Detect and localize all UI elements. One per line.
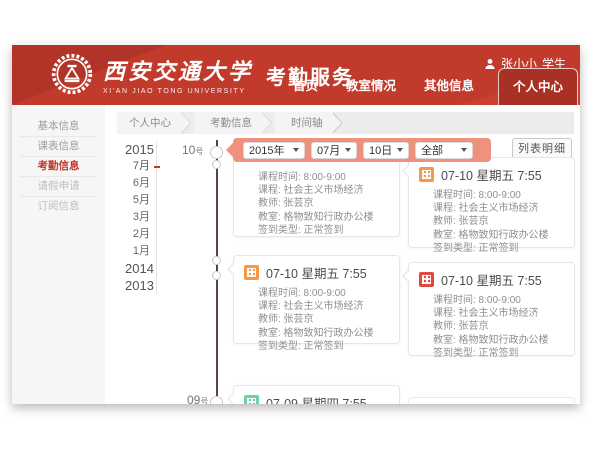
day-marker-09: 09号 <box>187 393 208 404</box>
card-detail-row: 课程时间: 8:00-9:00 <box>258 287 391 300</box>
year-filter-value: 2015年 <box>249 142 284 158</box>
attendance-app-window: 西安交通大学 XI'AN JIAO TONG UNIVERSITY 考勤服务 张… <box>12 45 580 404</box>
nav-item-home[interactable]: 首页 <box>279 75 332 105</box>
card-detail-row: 教室: 格物致知行政办公楼 <box>433 229 566 242</box>
card-header: 07-10 星期五 7:55 <box>409 158 574 187</box>
card-title: 07-10 星期五 7:55 <box>441 165 542 184</box>
timeline-nav-item-2013[interactable]: 2013 <box>125 277 150 294</box>
breadcrumb-item-personal-center[interactable]: 个人中心 <box>117 112 181 134</box>
card-title: 07-10 星期五 7:55 <box>266 263 367 282</box>
timeline-node <box>210 146 223 159</box>
timeline-node <box>212 271 221 280</box>
sidebar-item-leave-request[interactable]: 请假申请 <box>19 177 98 197</box>
status-green-icon <box>244 395 259 404</box>
card-detail-row: 教室: 格物致知行政办公楼 <box>258 211 391 224</box>
timeline-node <box>212 160 221 169</box>
status-red-icon <box>419 272 434 287</box>
timeline-nav-item-7月[interactable]: 7月 <box>125 158 150 175</box>
card-detail-row: 课程时间: 8:00-9:00 <box>433 189 566 202</box>
main-nav: 首页教室情况其他信息个人中心 <box>279 68 578 105</box>
attendance-card: 07-10 星期五 7:55 课程时间: 8:00-9:00课程: 社会主义市场经… <box>408 262 575 356</box>
timeline-node <box>210 396 223 404</box>
caret-down-icon <box>345 148 351 152</box>
card-detail-row: 教师: 张芸京 <box>433 215 566 228</box>
card-detail-row: 教室: 格物致知行政办公楼 <box>433 334 566 347</box>
university-gear-logo-icon <box>50 52 94 96</box>
card-detail-row: 教室: 格物致知行政办公楼 <box>258 327 391 340</box>
nav-item-personal-center[interactable]: 个人中心 <box>498 68 578 105</box>
caret-down-icon <box>397 148 403 152</box>
card-title: 07-10 星期五 7:55 <box>441 270 542 289</box>
sidebar-item-basic-info[interactable]: 基本信息 <box>19 117 98 137</box>
caret-down-icon <box>293 148 299 152</box>
nav-item-other-info[interactable]: 其他信息 <box>410 75 488 105</box>
card-detail-row: 课程: 社会主义市场经济 <box>258 300 391 313</box>
timeline-nav-item-1月[interactable]: 1月 <box>125 243 150 260</box>
card-detail-row: 课程: 社会主义市场经济 <box>433 202 566 215</box>
month-filter-value: 07月 <box>317 142 340 158</box>
card-title: 07-09 星期四 7:55 <box>266 393 367 404</box>
timeline-node <box>212 256 221 265</box>
card-detail-row: 课程: 社会主义市场经济 <box>433 307 566 320</box>
breadcrumb: 个人中心考勤信息时间轴 <box>117 112 574 134</box>
filter-bar: 2015年 07月 10日 全部 <box>233 138 491 162</box>
page: 西安交通大学 XI'AN JIAO TONG UNIVERSITY 考勤服务 张… <box>0 0 600 450</box>
day-filter-dropdown[interactable]: 10日 <box>363 142 409 159</box>
breadcrumb-item-timeline[interactable]: 时间轴 <box>275 112 333 134</box>
timeline-nav-item-2015[interactable]: 2015 <box>125 141 150 158</box>
card-details: 课程时间: 8:00-9:00课程: 社会主义市场经济教师: 张芸京教室: 格物… <box>409 292 574 366</box>
card-header: 07-10 星期五 7:55 <box>409 263 574 292</box>
card-detail-row: 教师: 张芸京 <box>258 313 391 326</box>
card-detail-row: 签到类型: 正常签到 <box>258 224 391 237</box>
app-header: 西安交通大学 XI'AN JIAO TONG UNIVERSITY 考勤服务 张… <box>12 45 580 105</box>
main-content: 个人中心考勤信息时间轴 20157月6月5月3月2月1月20142013 201… <box>105 105 580 404</box>
attendance-card: 07-09 星期四 7:55 <box>233 385 400 404</box>
sidebar-item-attendance-info[interactable]: 考勤信息 <box>19 157 98 177</box>
card-header: 07-10 星期五 7:55 <box>234 256 399 285</box>
timeline-nav-item-3月[interactable]: 3月 <box>125 209 150 226</box>
timeline-nav-item-2014[interactable]: 2014 <box>125 260 150 277</box>
caret-down-icon <box>461 148 467 152</box>
sidebar-item-course-schedule[interactable]: 课表信息 <box>19 137 98 157</box>
card-details: 课程时间: 8:00-9:00课程: 社会主义市场经济教师: 张芸京教室: 格物… <box>234 285 399 359</box>
sidebar: 基本信息课表信息考勤信息请假申请订阅信息 <box>12 105 105 404</box>
status-orange-icon <box>244 265 259 280</box>
day-filter-value: 10日 <box>369 142 392 158</box>
card-header: 07-09 星期四 7:55 <box>234 386 399 404</box>
sidebar-item-subscription-info[interactable]: 订阅信息 <box>19 197 98 217</box>
card-detail-row: 签到类型: 正常签到 <box>433 347 566 360</box>
university-name-en: XI'AN JIAO TONG UNIVERSITY <box>103 88 253 95</box>
card-detail-row: 签到类型: 正常签到 <box>433 242 566 255</box>
breadcrumb-item-attendance-info[interactable]: 考勤信息 <box>194 112 262 134</box>
timeline-nav: 20157月6月5月3月2月1月20142013 <box>125 141 157 294</box>
attendance-card: 07-10 星期五 7:55 课程时间: 8:00-9:00课程: 社会主义市场经… <box>408 157 575 248</box>
year-filter-dropdown[interactable]: 2015年 <box>243 142 305 159</box>
card-details: 课程时间: 8:00-9:00课程: 社会主义市场经济教师: 张芸京教室: 格物… <box>409 187 574 261</box>
card-detail-row: 教师: 张芸京 <box>433 320 566 333</box>
university-name: 西安交通大学 <box>103 54 253 86</box>
card-detail-row: 课程时间: 8:00-9:00 <box>433 294 566 307</box>
timeline-nav-item-2月[interactable]: 2月 <box>125 226 150 243</box>
attendance-card: 07-10 星期五 7:55 课程时间: 8:00-9:00课程: 社会主义市场经… <box>233 255 400 344</box>
timeline-nav-item-6月[interactable]: 6月 <box>125 175 150 192</box>
type-filter-value: 全部 <box>421 142 443 158</box>
card-detail-row: 签到类型: 正常签到 <box>258 340 391 353</box>
card-detail-row: 教师: 张芸京 <box>258 197 391 210</box>
attendance-card <box>408 397 575 404</box>
day-marker-10: 10号 <box>182 143 203 157</box>
card-detail-row: 课程时间: 8:00-9:00 <box>258 171 391 184</box>
type-filter-dropdown[interactable]: 全部 <box>415 142 473 159</box>
nav-item-classroom-status[interactable]: 教室情况 <box>332 75 410 105</box>
card-detail-row: 课程: 社会主义市场经济 <box>258 184 391 197</box>
timeline-nav-item-5月[interactable]: 5月 <box>125 192 150 209</box>
status-orange-icon <box>419 167 434 182</box>
month-filter-dropdown[interactable]: 07月 <box>311 142 357 159</box>
